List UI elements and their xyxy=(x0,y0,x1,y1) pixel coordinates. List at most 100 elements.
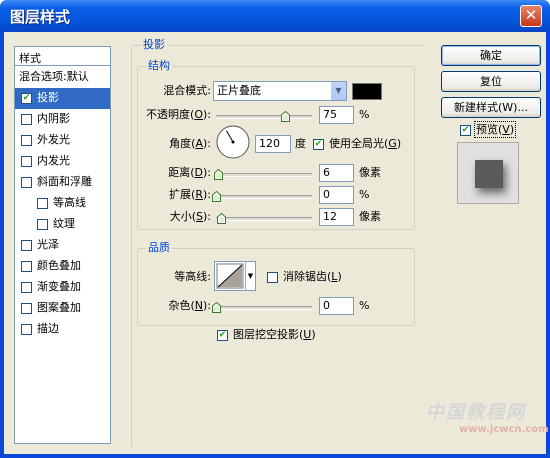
blend-mode-label: 混合模式: xyxy=(163,84,211,97)
anti-alias-checkbox[interactable] xyxy=(267,272,278,283)
style-list-item[interactable]: 内发光 xyxy=(15,151,110,172)
style-list-item[interactable]: 纹理 xyxy=(15,214,110,235)
opacity-input[interactable]: 75 xyxy=(319,106,354,124)
dialog-window: 图层样式 ✕ 样式 混合选项:默认 ✔ 投影内阴影外发光内发光斜面和浮雕等高线纹理光… xyxy=(0,0,550,458)
style-list-item-label: 内阴影 xyxy=(37,112,70,125)
style-list-item-label: 等高线 xyxy=(53,196,86,209)
global-light-label: 使用全局光(G) xyxy=(329,137,402,150)
style-list-item[interactable]: 描边 xyxy=(15,319,110,340)
contour-dropdown-icon: ▼ xyxy=(245,262,255,290)
size-label: 大小(S): xyxy=(169,210,211,223)
spread-label: 扩展(R): xyxy=(169,188,211,201)
opacity-label: 不透明度(O): xyxy=(146,108,211,121)
style-checkbox[interactable] xyxy=(21,156,32,167)
style-checkbox[interactable] xyxy=(21,282,32,293)
style-checkbox[interactable] xyxy=(21,261,32,272)
global-light-checkbox[interactable]: ✔ xyxy=(313,139,324,150)
angle-unit: 度 xyxy=(295,137,306,150)
style-checkbox[interactable] xyxy=(37,198,48,209)
preview-swatch xyxy=(475,160,503,188)
window-title: 图层样式 xyxy=(10,8,71,26)
size-input[interactable]: 12 xyxy=(319,208,354,226)
style-list-item-label: 颜色叠加 xyxy=(37,259,81,272)
angle-dial[interactable] xyxy=(215,124,251,160)
distance-input[interactable]: 6 xyxy=(319,164,354,182)
reset-button[interactable]: 复位 xyxy=(441,71,541,92)
spread-input[interactable]: 0 xyxy=(319,186,354,204)
opacity-slider-thumb[interactable] xyxy=(281,110,290,122)
style-preview xyxy=(457,142,519,204)
spread-unit: % xyxy=(359,188,370,201)
preview-checkbox[interactable]: ✔ xyxy=(460,125,471,136)
style-checkbox[interactable] xyxy=(21,303,32,314)
watermark-title: 中国教程网 xyxy=(426,402,526,423)
shadow-color-swatch[interactable] xyxy=(352,83,382,100)
dialog-body: 样式 混合选项:默认 ✔ 投影内阴影外发光内发光斜面和浮雕等高线纹理光泽颜色叠加渐变… xyxy=(4,32,549,454)
angle-input[interactable]: 120 xyxy=(255,135,291,153)
watermark-url: www.jcwcn.com xyxy=(459,424,549,435)
style-checkbox[interactable] xyxy=(21,114,32,125)
preview-label: 预览(V) xyxy=(474,121,517,138)
style-list-item-label: 外发光 xyxy=(37,133,70,146)
style-checkbox[interactable] xyxy=(37,219,48,230)
style-list-item[interactable]: 光泽 xyxy=(15,235,110,256)
ok-button[interactable]: 确定 xyxy=(441,45,541,66)
size-slider-thumb[interactable] xyxy=(216,212,226,224)
new-style-button[interactable]: 新建样式(W)... xyxy=(441,97,541,118)
style-list-item-label: 纹理 xyxy=(53,217,75,230)
noise-label: 杂色(N): xyxy=(168,299,211,312)
contour-picker[interactable]: ▼ xyxy=(214,261,256,291)
style-list-item-label: 混合选项:默认 xyxy=(19,70,89,83)
contour-label: 等高线: xyxy=(174,270,211,283)
style-list-item-label: 图案叠加 xyxy=(37,301,81,314)
size-slider-track xyxy=(216,217,312,221)
spread-slider-track xyxy=(216,195,312,199)
style-list-item[interactable]: 内阴影 xyxy=(15,109,110,130)
style-checkbox[interactable]: ✔ xyxy=(21,93,32,104)
blend-mode-value: 正片叠底 xyxy=(217,84,261,97)
opacity-slider-track xyxy=(216,115,312,119)
noise-slider-track xyxy=(216,306,312,310)
structure-title: 结构 xyxy=(146,59,172,73)
title-bar[interactable]: 图层样式 ✕ xyxy=(0,0,550,32)
style-list-header: 样式 xyxy=(15,47,110,66)
style-list-item[interactable]: 等高线 xyxy=(15,193,110,214)
close-button[interactable]: ✕ xyxy=(520,5,542,27)
anti-alias-label: 消除锯齿(L) xyxy=(283,270,342,283)
noise-unit: % xyxy=(359,299,370,312)
distance-slider-track xyxy=(216,173,312,177)
size-unit: 像素 xyxy=(359,210,381,223)
style-list: 样式 混合选项:默认 ✔ 投影内阴影外发光内发光斜面和浮雕等高线纹理光泽颜色叠加渐变… xyxy=(14,46,111,444)
style-list-item[interactable]: 渐变叠加 xyxy=(15,277,110,298)
style-checkbox[interactable] xyxy=(21,177,32,188)
opacity-unit: % xyxy=(359,108,370,121)
style-list-item-label: 内发光 xyxy=(37,154,70,167)
knockout-checkbox[interactable]: ✔ xyxy=(217,330,228,341)
knockout-label: 图层挖空投影(U) xyxy=(233,328,316,341)
chevron-down-icon: ▼ xyxy=(330,82,346,100)
style-list-item[interactable]: 混合选项:默认 xyxy=(15,67,110,88)
spread-slider-thumb[interactable] xyxy=(212,190,221,202)
distance-label: 距离(D): xyxy=(168,166,211,179)
style-list-item-label: 描边 xyxy=(37,322,59,335)
style-list-item[interactable]: 图案叠加 xyxy=(15,298,110,319)
style-checkbox[interactable] xyxy=(21,324,32,335)
distance-slider-thumb[interactable] xyxy=(213,168,223,180)
style-checkbox[interactable] xyxy=(21,240,32,251)
style-list-item-label: 渐变叠加 xyxy=(37,280,81,293)
section-title-overlay: 投影 xyxy=(141,38,167,52)
style-list-item[interactable]: ✔ 投影 xyxy=(15,88,110,109)
style-list-item-label: 斜面和浮雕 xyxy=(37,175,92,188)
contour-curve-icon xyxy=(216,263,244,289)
style-list-item[interactable]: 外发光 xyxy=(15,130,110,151)
style-list-item-label: 光泽 xyxy=(37,238,59,251)
style-checkbox[interactable] xyxy=(21,135,32,146)
distance-unit: 像素 xyxy=(359,166,381,179)
angle-label: 角度(A): xyxy=(169,137,211,150)
noise-input[interactable]: 0 xyxy=(319,297,354,315)
style-list-item[interactable]: 颜色叠加 xyxy=(15,256,110,277)
style-list-item[interactable]: 斜面和浮雕 xyxy=(15,172,110,193)
noise-slider-thumb[interactable] xyxy=(212,301,221,313)
style-list-item-label: 投影 xyxy=(37,91,59,104)
blend-mode-select[interactable]: 正片叠底 ▼ xyxy=(213,81,347,101)
